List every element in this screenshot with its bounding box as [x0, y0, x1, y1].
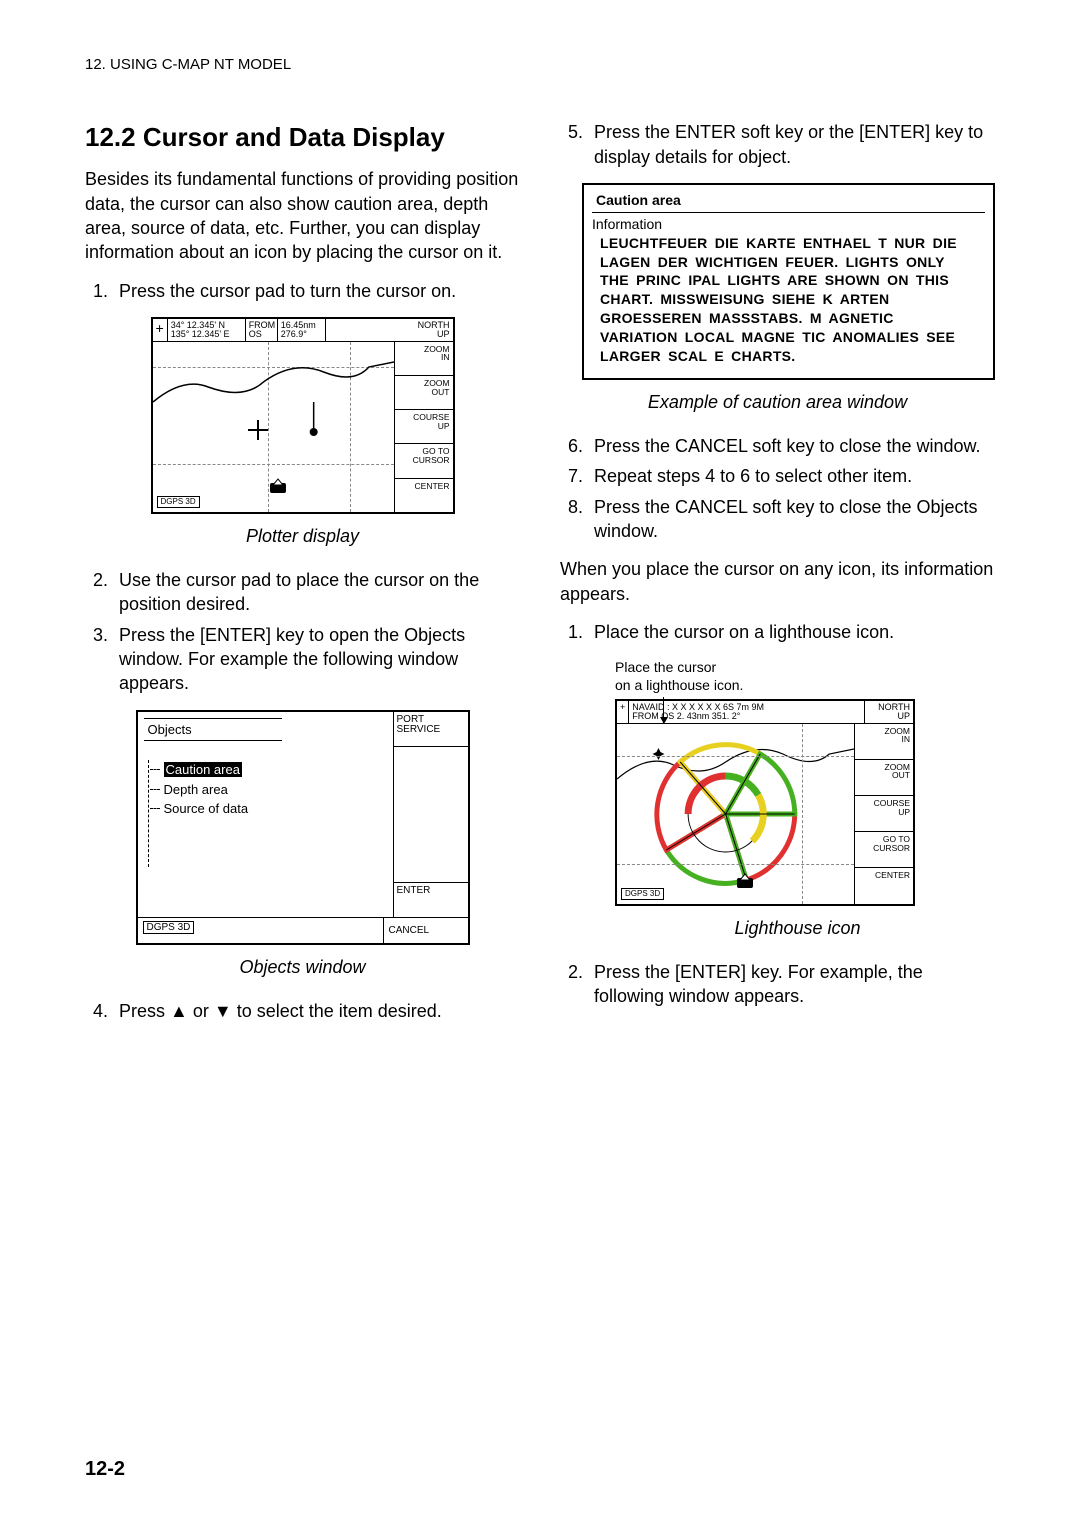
plotter-lon: 135° 12.345' E: [171, 329, 230, 339]
course-up-key-2[interactable]: COURSE UP: [855, 796, 913, 832]
plotter-display-figure: + 34° 12.345' N 135° 12.345' E FROM OS 1…: [151, 317, 455, 514]
goto-cursor-key[interactable]: GO TO CURSOR: [395, 444, 453, 478]
plotter-bearing: 276.9°: [281, 329, 307, 339]
step-1: Press the cursor pad to turn the cursor …: [113, 279, 520, 303]
tree-item-depth[interactable]: Depth area: [150, 781, 387, 799]
step-4: Press ▲ or ▼ to select the item desired.: [113, 999, 520, 1023]
plotter-softkeys: ZOOM IN ZOOM OUT COURSE UP GO TO CURSOR …: [394, 342, 453, 512]
section-title: 12.2 Cursor and Data Display: [85, 120, 520, 155]
north-up-label: NORTH UP: [326, 319, 453, 341]
step-2: Use the cursor pad to place the cursor o…: [113, 568, 520, 617]
cursor-icon: [248, 420, 268, 440]
tree-item-caution[interactable]: Caution area: [150, 761, 387, 779]
step-5: Press the ENTER soft key or the [ENTER] …: [588, 120, 995, 169]
cursor-plus-icon: +: [153, 319, 168, 341]
center-key[interactable]: CENTER: [395, 479, 453, 512]
port-service-key[interactable]: PORT SERVICE: [394, 712, 468, 747]
lighthouse-plotter-figure: Place the cursor on a lighthouse icon. +…: [615, 658, 915, 905]
caution-subtitle: Information: [592, 215, 985, 234]
objects-window-figure: Objects Caution area Depth area Source o…: [136, 710, 470, 946]
lh-step-1: Place the cursor on a lighthouse icon.: [588, 620, 995, 644]
lighthouse-note: Place the cursor on a lighthouse icon.: [615, 658, 915, 694]
caution-area-window: Caution area Information LEUCHTFEUER DIE…: [582, 183, 995, 380]
cursor-plus-icon-2: +: [617, 701, 629, 723]
caution-window-caption: Example of caution area window: [560, 390, 995, 414]
lighthouse-caption: Lighthouse icon: [600, 916, 995, 940]
goto-cursor-key-2[interactable]: GO TO CURSOR: [855, 832, 913, 868]
plotter-from-os: FROM OS: [246, 319, 278, 341]
plotter-display-caption: Plotter display: [85, 524, 520, 548]
objects-window-caption: Objects window: [85, 955, 520, 979]
zoom-in-key[interactable]: ZOOM IN: [395, 342, 453, 376]
step-8: Press the CANCEL soft key to close the O…: [588, 495, 995, 544]
right-column: Press the ENTER soft key or the [ENTER] …: [560, 120, 995, 1037]
from-os-line: FROM OS 2. 43nm 351. 2°: [632, 711, 740, 721]
dgps-badge: DGPS 3D: [157, 496, 200, 508]
step-6: Press the CANCEL soft key to close the w…: [588, 434, 995, 458]
tree-item-source[interactable]: Source of data: [150, 800, 387, 818]
enter-key[interactable]: ENTER: [394, 882, 468, 917]
course-up-key[interactable]: COURSE UP: [395, 410, 453, 444]
dgps-badge-2: DGPS 3D: [143, 921, 195, 934]
left-column: 12.2 Cursor and Data Display Besides its…: [85, 120, 520, 1037]
leader-arrow-icon: [663, 697, 664, 723]
objects-title: Objects: [144, 718, 282, 742]
step-3: Press the [ENTER] key to open the Object…: [113, 623, 520, 696]
step-7: Repeat steps 4 to 6 to select other item…: [588, 464, 995, 488]
caution-message: LEUCHTFEUER DIE KARTE ENTHAEL T NUR DIE …: [592, 234, 985, 366]
lh-step-2: Press the [ENTER] key. For example, the …: [588, 960, 995, 1009]
zoom-out-key[interactable]: ZOOM OUT: [395, 376, 453, 410]
center-key-2[interactable]: CENTER: [855, 868, 913, 903]
dgps-badge-3: DGPS 3D: [621, 888, 664, 900]
page-number: 12-2: [85, 1456, 125, 1483]
up-triangle-icon: ▲: [170, 1001, 188, 1021]
boat-icon-2: [735, 872, 755, 894]
zoom-out-key-2[interactable]: ZOOM OUT: [855, 760, 913, 796]
north-up-label-2: NORTH UP: [865, 701, 913, 723]
icon-info-paragraph: When you place the cursor on any icon, i…: [560, 557, 995, 606]
caution-title: Caution area: [592, 191, 985, 213]
intro-paragraph: Besides its fundamental functions of pro…: [85, 167, 520, 264]
running-head: 12. USING C-MAP NT MODEL: [85, 55, 995, 75]
cancel-key[interactable]: CANCEL: [384, 918, 468, 944]
down-triangle-icon: ▼: [214, 1001, 232, 1021]
zoom-in-key-2[interactable]: ZOOM IN: [855, 724, 913, 760]
boat-icon: [268, 477, 288, 499]
